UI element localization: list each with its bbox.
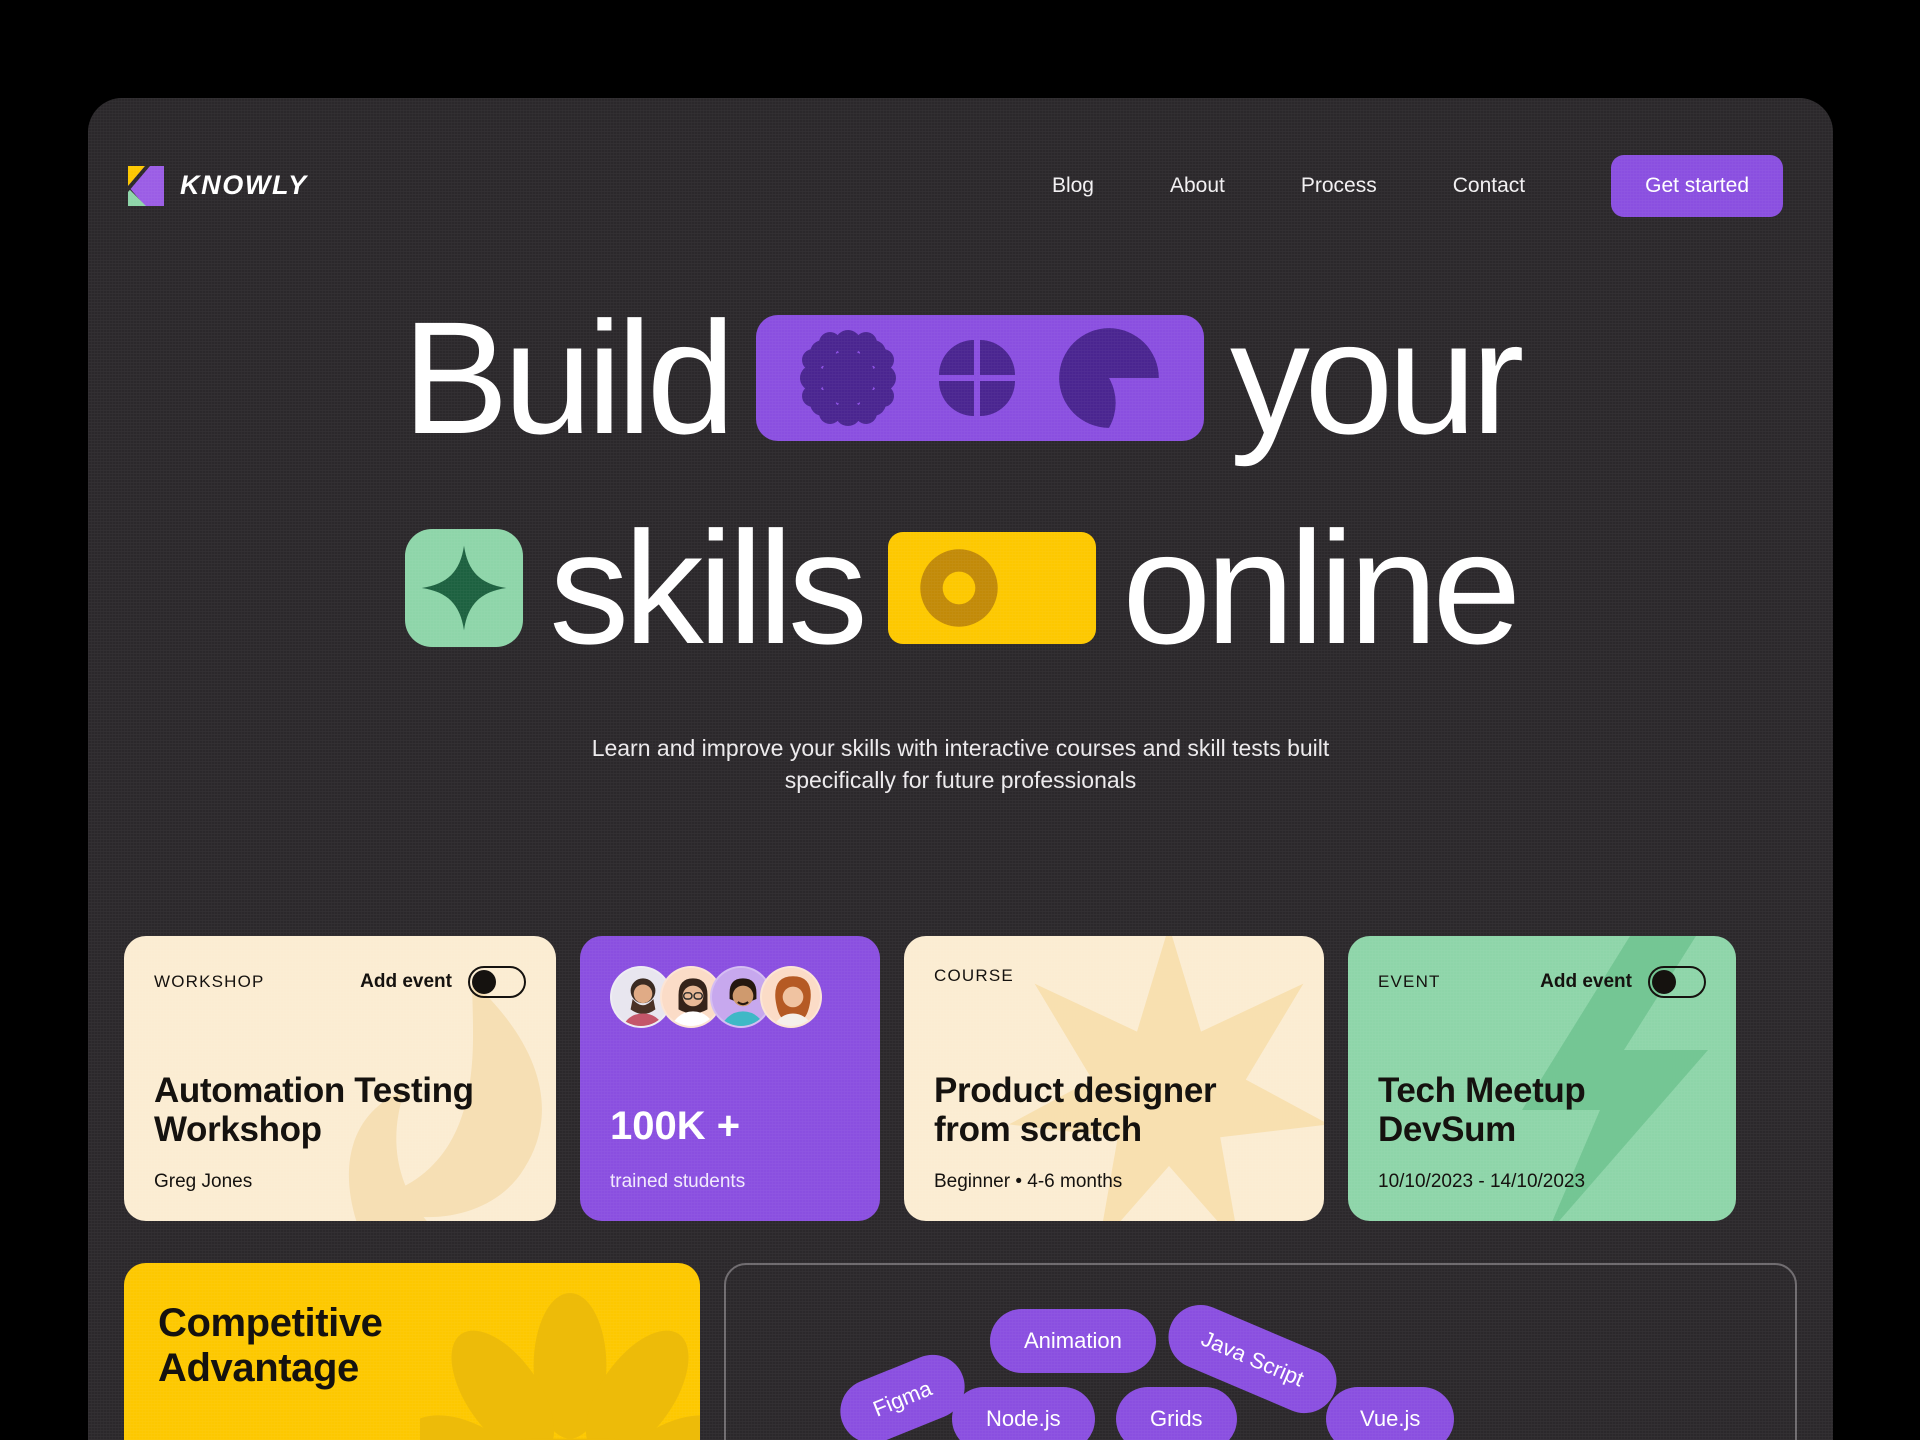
card-workshop[interactable]: WORKSHOP Add event Automation Testing Wo… — [124, 936, 556, 1221]
toggle-knob — [472, 970, 496, 994]
toggle-knob — [1652, 970, 1676, 994]
card-workshop-header: WORKSHOP Add event — [154, 966, 526, 998]
bottom-row: Competitive Advantage Figma Animation Ja… — [124, 1263, 1797, 1440]
card-course[interactable]: COURSE Product designer from scratch Beg… — [904, 936, 1324, 1221]
students-stat-value: 100K + — [610, 1104, 741, 1148]
tag-grids[interactable]: Grids — [1116, 1387, 1237, 1440]
hero-line-1: Build your — [88, 273, 1833, 483]
card-workshop-title: Automation Testing Workshop — [154, 1071, 474, 1149]
tag-animation[interactable]: Animation — [990, 1309, 1156, 1373]
competitive-advantage-title-line-2: Advantage — [158, 1345, 359, 1390]
tag-vuejs[interactable]: Vue.js — [1326, 1387, 1455, 1440]
hero-subtitle: Learn and improve your skills with inter… — [88, 733, 1833, 796]
hero-line-2: skills online — [88, 483, 1833, 693]
card-event-kicker: EVENT — [1378, 972, 1441, 991]
nav-links: Blog About Process Contact Get started — [1014, 154, 1783, 217]
sparkle-icon — [421, 545, 507, 631]
donut-icon — [920, 549, 998, 627]
card-workshop-toggle[interactable] — [468, 966, 526, 998]
hero-word-skills: skills — [549, 498, 868, 677]
card-workshop-add-label: Add event — [360, 971, 452, 992]
hero-word-build: Build — [402, 288, 735, 467]
card-students-body: 100K + trained students — [610, 1104, 850, 1193]
students-stat-caption: trained students — [610, 1171, 746, 1192]
hero-word-your: your — [1229, 288, 1524, 467]
card-workshop-body: Automation Testing Workshop Greg Jones — [154, 1071, 526, 1193]
card-students[interactable]: 100K + trained students — [580, 936, 880, 1221]
card-course-body: Product designer from scratch Beginner •… — [934, 1071, 1294, 1193]
hero-word-online: online — [1122, 498, 1521, 677]
competitive-advantage-card[interactable]: Competitive Advantage — [124, 1263, 700, 1440]
hero-green-sparkle-badge — [405, 529, 524, 647]
card-event[interactable]: EVENT Add event Tech Meetup DevSum 10/10… — [1348, 936, 1736, 1221]
brand-name: KNOWLY — [180, 170, 308, 200]
competitive-advantage-title-line-1: Competitive — [158, 1301, 383, 1345]
hero-subtitle-line-1: Learn and improve your skills with inter… — [591, 735, 1330, 761]
card-workshop-add-event[interactable]: Add event — [360, 966, 526, 998]
hero-section: Build your skills online Learn and impro… — [88, 273, 1833, 796]
card-course-kicker: COURSE — [934, 966, 1014, 985]
hero-yellow-donut-badge — [888, 532, 1097, 644]
brand-logo[interactable]: KNOWLY — [124, 164, 308, 208]
card-course-title: Product designer from scratch — [934, 1071, 1217, 1149]
card-event-title: Tech Meetup DevSum — [1378, 1071, 1586, 1149]
get-started-button[interactable]: Get started — [1611, 154, 1783, 217]
app-window: KNOWLY Blog About Process Contact Get st… — [88, 98, 1833, 1440]
nav-link-about[interactable]: About — [1132, 164, 1263, 208]
knowly-k-logo-icon — [128, 165, 164, 206]
clover-icon — [938, 340, 1015, 416]
flower-icon — [800, 330, 897, 426]
card-event-add-label: Add event — [1540, 971, 1632, 992]
card-course-meta: Beginner • 4-6 months — [934, 1171, 1123, 1192]
card-event-meta: 10/10/2023 - 14/10/2023 — [1378, 1171, 1586, 1192]
nav-link-blog[interactable]: Blog — [1014, 164, 1132, 208]
top-navigation-bar: KNOWLY Blog About Process Contact Get st… — [88, 98, 1833, 273]
nav-link-process[interactable]: Process — [1263, 164, 1415, 208]
card-event-header: EVENT Add event — [1378, 966, 1706, 998]
hero-subtitle-line-2: specifically for future professionals — [784, 766, 1137, 793]
card-workshop-kicker: WORKSHOP — [154, 972, 265, 991]
card-event-add-event[interactable]: Add event — [1540, 966, 1706, 998]
card-event-toggle[interactable] — [1648, 966, 1706, 998]
crescent-icon — [1058, 328, 1159, 428]
skill-tags-panel: Figma Animation Java Script Node.js Grid… — [724, 1263, 1797, 1440]
hero-purple-shape-badge — [755, 315, 1204, 441]
card-course-header: COURSE — [934, 966, 1294, 986]
nav-link-contact[interactable]: Contact — [1415, 164, 1563, 208]
tag-nodejs[interactable]: Node.js — [952, 1387, 1095, 1440]
card-workshop-meta: Greg Jones — [154, 1171, 253, 1192]
feature-cards-row: WORKSHOP Add event Automation Testing Wo… — [124, 936, 1797, 1221]
avatar — [760, 966, 822, 1028]
card-event-body: Tech Meetup DevSum 10/10/2023 - 14/10/20… — [1378, 1071, 1706, 1193]
student-avatars — [610, 966, 850, 1028]
